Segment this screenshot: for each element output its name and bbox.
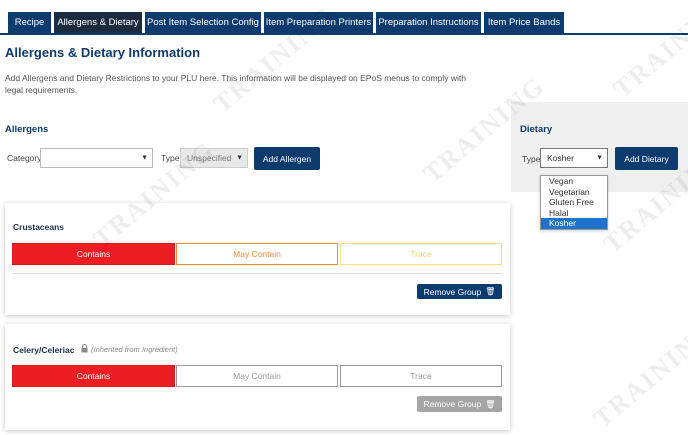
- contains-button[interactable]: Contains: [12, 365, 175, 387]
- tab-preparation-instructions[interactable]: Preparation Instructions: [376, 12, 481, 33]
- may-contain-button[interactable]: May Contain: [176, 243, 338, 265]
- allergen-type-label: Type: [161, 153, 180, 163]
- remove-group-label: Remove Group: [423, 399, 482, 409]
- category-label: Category: [7, 153, 42, 163]
- dietary-type-label: Type: [522, 154, 541, 164]
- dietary-option-kosher[interactable]: Kosher: [541, 218, 607, 229]
- remove-group-button[interactable]: Remove Group 🗑: [417, 396, 502, 412]
- page-title: Allergens & Dietary Information: [5, 45, 201, 60]
- category-select[interactable]: ▼: [40, 148, 153, 168]
- trace-button[interactable]: Trace: [340, 243, 502, 265]
- tab-recipe[interactable]: Recipe: [8, 12, 51, 33]
- inherited-note: (Inherited from Ingredient): [91, 345, 178, 354]
- trace-button[interactable]: Trace: [340, 365, 502, 387]
- add-dietary-button[interactable]: Add Dietary: [615, 147, 678, 170]
- divider: [12, 273, 502, 274]
- allergen-type-select[interactable]: Unspecified ▼: [180, 148, 248, 168]
- dietary-option-vegan[interactable]: Vegan: [541, 176, 607, 187]
- dietary-heading: Dietary: [520, 124, 553, 135]
- chevron-down-icon: ▼: [596, 154, 603, 162]
- allergens-heading: Allergens: [5, 124, 49, 135]
- chevron-down-icon: ▼: [236, 154, 243, 162]
- allergen-group-card-celery: Celery/Celeriac (Inherited from Ingredie…: [5, 324, 510, 430]
- lock-icon: [81, 344, 88, 353]
- add-allergen-button[interactable]: Add Allergen: [254, 147, 320, 170]
- tab-item-preparation-printers[interactable]: Item Preparation Printers: [264, 12, 373, 33]
- may-contain-button[interactable]: May Contain: [176, 365, 338, 387]
- trash-icon: 🗑: [485, 399, 496, 409]
- dietary-type-select[interactable]: Kosher ▼: [540, 148, 608, 168]
- group-title: Crustaceans: [13, 222, 65, 232]
- watermark: TRAINING: [587, 315, 688, 434]
- dietary-option-gluten-free[interactable]: Gluten Free: [541, 197, 607, 208]
- group-title: Celery/Celeriac: [13, 345, 75, 355]
- dietary-option-vegetarian[interactable]: Vegetarian: [541, 187, 607, 198]
- remove-group-button[interactable]: Remove Group 🗑: [417, 284, 502, 299]
- tab-allergens-dietary[interactable]: Allergens & Dietary: [54, 12, 142, 33]
- dietary-options-list: Vegan Vegetarian Gluten Free Halal Koshe…: [540, 175, 608, 230]
- contains-button[interactable]: Contains: [12, 243, 175, 265]
- allergen-type-select-value: Unspecified: [187, 153, 232, 163]
- tab-bar: Recipe Allergens & Dietary Post Item Sel…: [0, 0, 688, 35]
- page-description: Add Allergens and Dietary Restrictions t…: [5, 73, 466, 95]
- dietary-option-halal[interactable]: Halal: [541, 208, 607, 219]
- tab-post-item-selection-config[interactable]: Post Item Selection Config: [145, 12, 261, 33]
- tab-item-price-bands[interactable]: Item Price Bands: [484, 12, 564, 33]
- chevron-down-icon: ▼: [141, 154, 148, 162]
- allergen-group-card-crustaceans: Crustaceans Contains May Contain Trace R…: [5, 203, 510, 315]
- dietary-type-select-value: Kosher: [547, 153, 574, 163]
- trash-icon: 🗑: [485, 287, 496, 296]
- remove-group-label: Remove Group: [423, 286, 482, 297]
